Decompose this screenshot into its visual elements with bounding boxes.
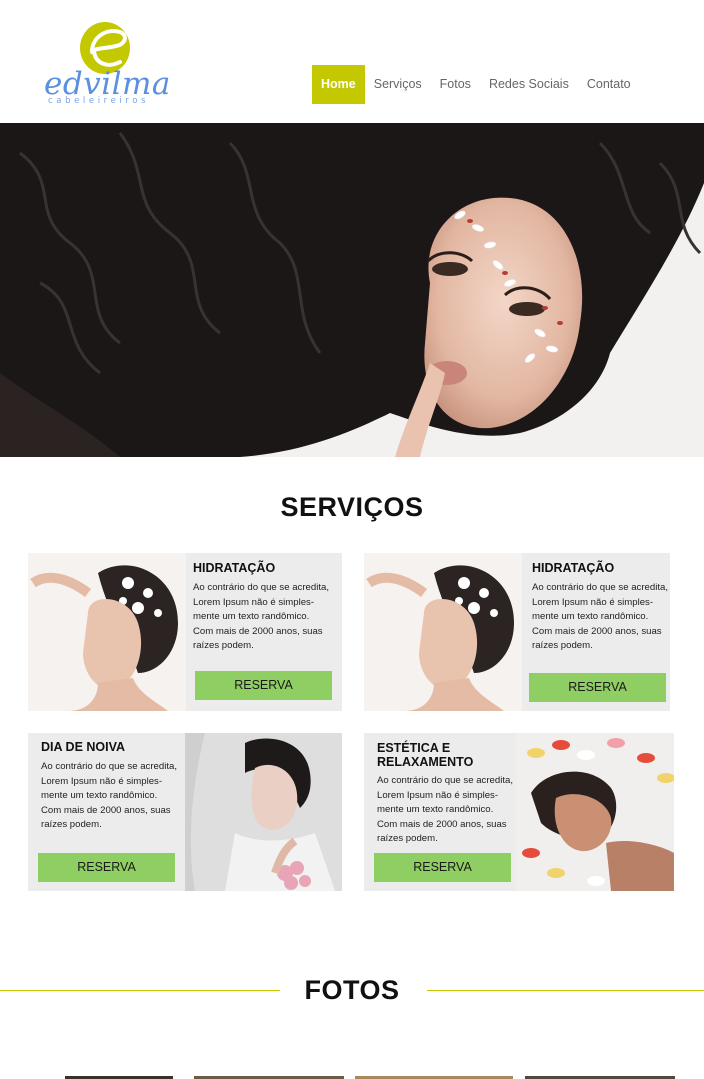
service-card-estetica: ESTÉTICA E RELAXAMENTO Ao contrário do q… bbox=[364, 733, 674, 891]
reserva-button[interactable]: RESERVA bbox=[529, 673, 666, 702]
service-image-hidratacao bbox=[28, 553, 186, 711]
service-card-hidratacao-1: HIDRATAÇÃO Ao contrário do que se acredi… bbox=[28, 553, 342, 711]
fotos-title: FOTOS bbox=[304, 975, 400, 1005]
main-nav: Home Serviços Fotos Redes Sociais Contat… bbox=[312, 65, 640, 104]
service-image-hidratacao bbox=[364, 553, 522, 711]
hero-banner bbox=[0, 123, 704, 457]
reserva-button[interactable]: RESERVA bbox=[38, 853, 175, 882]
site-header: edvilma cabeleireiros Home Serviços Foto… bbox=[0, 0, 704, 123]
hero-woman-image bbox=[0, 123, 704, 457]
service-card-title: HIDRATAÇÃO bbox=[193, 561, 276, 575]
service-image-spa bbox=[516, 733, 674, 891]
hair-wash-image bbox=[364, 553, 522, 711]
nav-item-fotos[interactable]: Fotos bbox=[431, 65, 480, 104]
services-title: SERVIÇOS bbox=[280, 492, 424, 522]
reserva-button[interactable]: RESERVA bbox=[374, 853, 511, 882]
service-card-dia-de-noiva: DIA DE NOIVA Ao contrário do que se acre… bbox=[28, 733, 342, 891]
brand-tagline: cabeleireiros bbox=[48, 96, 150, 106]
nav-item-home[interactable]: Home bbox=[312, 65, 365, 104]
service-card-description: Ao contrário do que se acredita, Lorem Ip… bbox=[41, 761, 177, 830]
service-card-hidratacao-2: HIDRATAÇÃO Ao contrário do que se acredi… bbox=[364, 553, 670, 711]
service-image-bride bbox=[185, 733, 342, 891]
hair-wash-image bbox=[28, 553, 186, 711]
reserva-button[interactable]: RESERVA bbox=[195, 671, 332, 700]
nav-item-redes-sociais[interactable]: Redes Sociais bbox=[480, 65, 578, 104]
nav-item-contato[interactable]: Contato bbox=[578, 65, 640, 104]
service-card-description: Ao contrário do que se acredita, Lorem Ip… bbox=[377, 775, 513, 844]
service-card-description: Ao contrário do que se acredita, Lorem Ip… bbox=[532, 582, 668, 651]
spa-relaxation-image bbox=[516, 733, 674, 891]
service-card-title: HIDRATAÇÃO bbox=[532, 561, 615, 575]
brand-logo[interactable]: edvilma cabeleireiros bbox=[42, 18, 170, 108]
nav-item-servicos[interactable]: Serviços bbox=[365, 65, 431, 104]
service-card-description: Ao contrário do que se acredita, Lorem Ip… bbox=[193, 582, 329, 651]
service-card-title: DIA DE NOIVA bbox=[41, 740, 126, 754]
bride-image bbox=[185, 733, 342, 891]
service-card-title: ESTÉTICA E RELAXAMENTO bbox=[377, 741, 474, 769]
